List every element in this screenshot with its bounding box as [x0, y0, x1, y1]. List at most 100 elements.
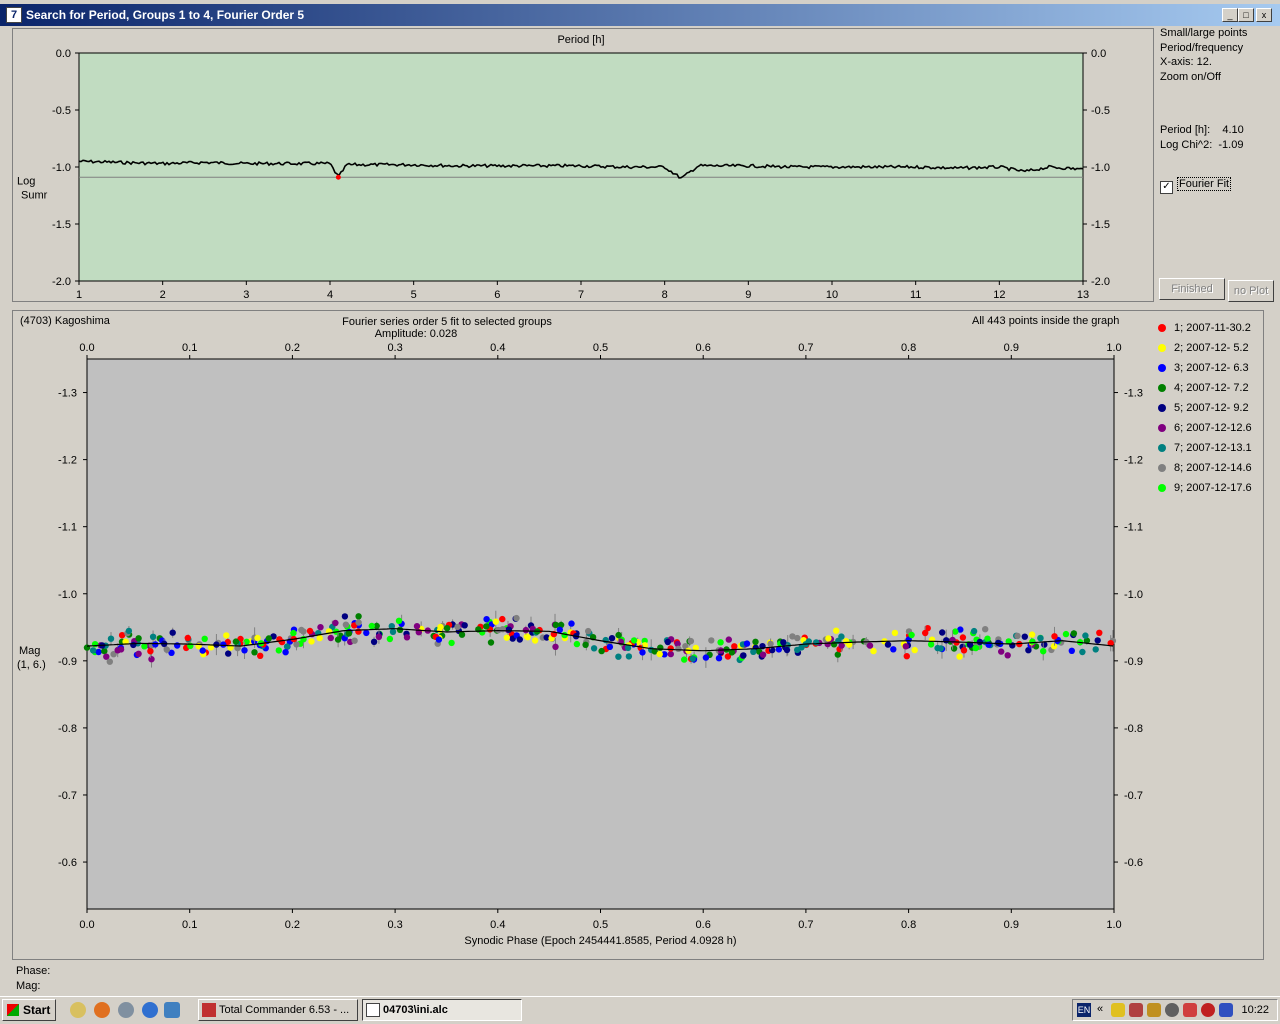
data-point	[125, 627, 133, 635]
task-label: 04703\ini.alc	[383, 1004, 448, 1016]
checkbox-check-icon[interactable]: ✓	[1160, 181, 1173, 194]
legend-label: 3; 2007-12- 6.3	[1174, 362, 1249, 374]
data-point	[752, 638, 759, 645]
close-button[interactable]: x	[1256, 8, 1272, 22]
firefox-icon[interactable]	[94, 1002, 110, 1018]
data-point	[1029, 638, 1036, 645]
window-title-bar[interactable]: 7 Search for Period, Groups 1 to 4, Four…	[0, 4, 1280, 26]
minimize-button[interactable]: _	[1222, 8, 1238, 22]
internet-explorer-icon[interactable]	[142, 1002, 158, 1018]
lightcurve-chart[interactable]: Fourier series order 5 fit to selected g…	[13, 311, 1263, 959]
legend-dot-icon	[1158, 424, 1166, 432]
data-point	[985, 641, 992, 648]
data-point	[241, 647, 248, 654]
data-point	[598, 647, 605, 655]
data-point	[443, 625, 451, 632]
data-point	[1021, 633, 1028, 640]
data-point	[223, 632, 230, 639]
data-point	[101, 647, 108, 655]
data-point	[524, 634, 531, 641]
data-point	[656, 650, 663, 658]
language-indicator[interactable]: EN	[1077, 1003, 1091, 1017]
legend-dot-icon	[1158, 404, 1166, 412]
tray-sync-icon[interactable]	[1165, 1003, 1179, 1017]
mail-icon[interactable]	[118, 1002, 134, 1018]
data-point	[939, 629, 946, 636]
data-point	[308, 638, 315, 645]
explorer-icon[interactable]	[164, 1002, 180, 1018]
data-point	[908, 631, 915, 639]
status-phase: Phase:	[16, 965, 51, 977]
fourier-fit-label: Fourier Fit	[1177, 177, 1232, 191]
quicklaunch-app-icon[interactable]	[70, 1002, 86, 1018]
option-period-frequency[interactable]: Period/frequency	[1160, 41, 1278, 56]
data-point	[702, 654, 710, 661]
best-period-marker	[335, 174, 341, 180]
points-info: All 443 points inside the graph	[972, 315, 1120, 327]
data-point	[1014, 632, 1021, 640]
app-icon[interactable]: 7	[6, 7, 22, 23]
y-tick-label-right-4: -0.9	[1124, 656, 1143, 668]
data-point	[370, 638, 378, 645]
x-tick-label-1: 2	[160, 289, 166, 301]
option-zoom[interactable]: Zoom on/Off	[1160, 70, 1278, 85]
x-tick-label-top-0: 0.0	[79, 342, 94, 354]
maximize-button[interactable]: □	[1238, 8, 1254, 22]
shield-icon[interactable]	[1111, 1003, 1125, 1017]
data-point	[147, 648, 154, 655]
data-point	[902, 643, 909, 650]
tray-expand-icon[interactable]: «	[1097, 1003, 1103, 1015]
data-point	[1040, 648, 1047, 655]
data-point	[608, 635, 616, 642]
lower-chart-title: Fourier series order 5 fit to selected g…	[342, 316, 552, 328]
x-tick-label-top-5: 0.5	[593, 342, 608, 354]
x-tick-label-top-4: 0.4	[490, 342, 505, 354]
period-label: Period [h]:	[1160, 124, 1211, 136]
data-point	[708, 637, 715, 644]
period-search-chart[interactable]: Period [h]1 2 3 4 5 6 7 8 9 10 11 12 130.0 0.0-0.5 -0.…	[13, 29, 1153, 301]
data-point	[687, 637, 695, 645]
legend-item: 6; 2007-12-12.6	[1158, 422, 1252, 442]
tray-tool-icon[interactable]	[1147, 1003, 1161, 1017]
x-tick-label-bottom-2: 0.2	[285, 919, 300, 931]
data-point	[395, 617, 403, 624]
data-point	[950, 645, 958, 652]
data-point	[89, 647, 97, 654]
option-x-axis[interactable]: X-axis: 12.	[1160, 55, 1278, 70]
legend-dot-icon	[1158, 444, 1166, 452]
data-point	[396, 626, 404, 633]
start-button[interactable]: Start	[2, 999, 56, 1021]
tray-acrobat-icon[interactable]	[1201, 1003, 1215, 1017]
x-tick-label-9: 10	[826, 289, 838, 301]
x-tick-label-bottom-7: 0.7	[798, 919, 813, 931]
data-point	[437, 623, 444, 631]
data-point	[890, 646, 897, 653]
no-plot-button[interactable]: no Plot	[1228, 280, 1274, 302]
data-point	[630, 637, 638, 644]
data-point	[922, 629, 929, 637]
tray-app-icon[interactable]	[1129, 1003, 1143, 1017]
finished-button[interactable]: Finished	[1159, 278, 1225, 300]
data-point	[317, 624, 324, 631]
data-point	[970, 627, 978, 635]
data-point	[306, 627, 314, 635]
option-small-large-points[interactable]: Small/large points	[1160, 26, 1278, 41]
y-tick-label-left-0: 0.0	[56, 48, 71, 60]
tray-speaker-icon[interactable]	[1219, 1003, 1233, 1017]
task-total-commander[interactable]: Total Commander 6.53 - ...	[198, 999, 358, 1021]
task-ini-alc[interactable]: 04703\ini.alc	[362, 999, 522, 1021]
data-point	[1051, 633, 1058, 640]
y-tick-label-right-5: -0.8	[1124, 723, 1143, 735]
data-point	[842, 638, 850, 645]
y-tick-label-right-6: -0.7	[1124, 790, 1143, 802]
period-readout: Period [h]: 4.10	[1160, 123, 1278, 138]
data-point	[625, 653, 633, 660]
x-tick-label-bottom-1: 0.1	[182, 919, 197, 931]
tray-network-icon[interactable]	[1183, 1003, 1197, 1017]
data-point	[884, 641, 892, 648]
legend-item: 5; 2007-12- 9.2	[1158, 402, 1252, 422]
legend-dot-icon	[1158, 384, 1166, 392]
data-point	[199, 647, 206, 654]
data-point	[1094, 637, 1101, 644]
fourier-fit-checkbox[interactable]: ✓ Fourier Fit	[1160, 177, 1232, 194]
